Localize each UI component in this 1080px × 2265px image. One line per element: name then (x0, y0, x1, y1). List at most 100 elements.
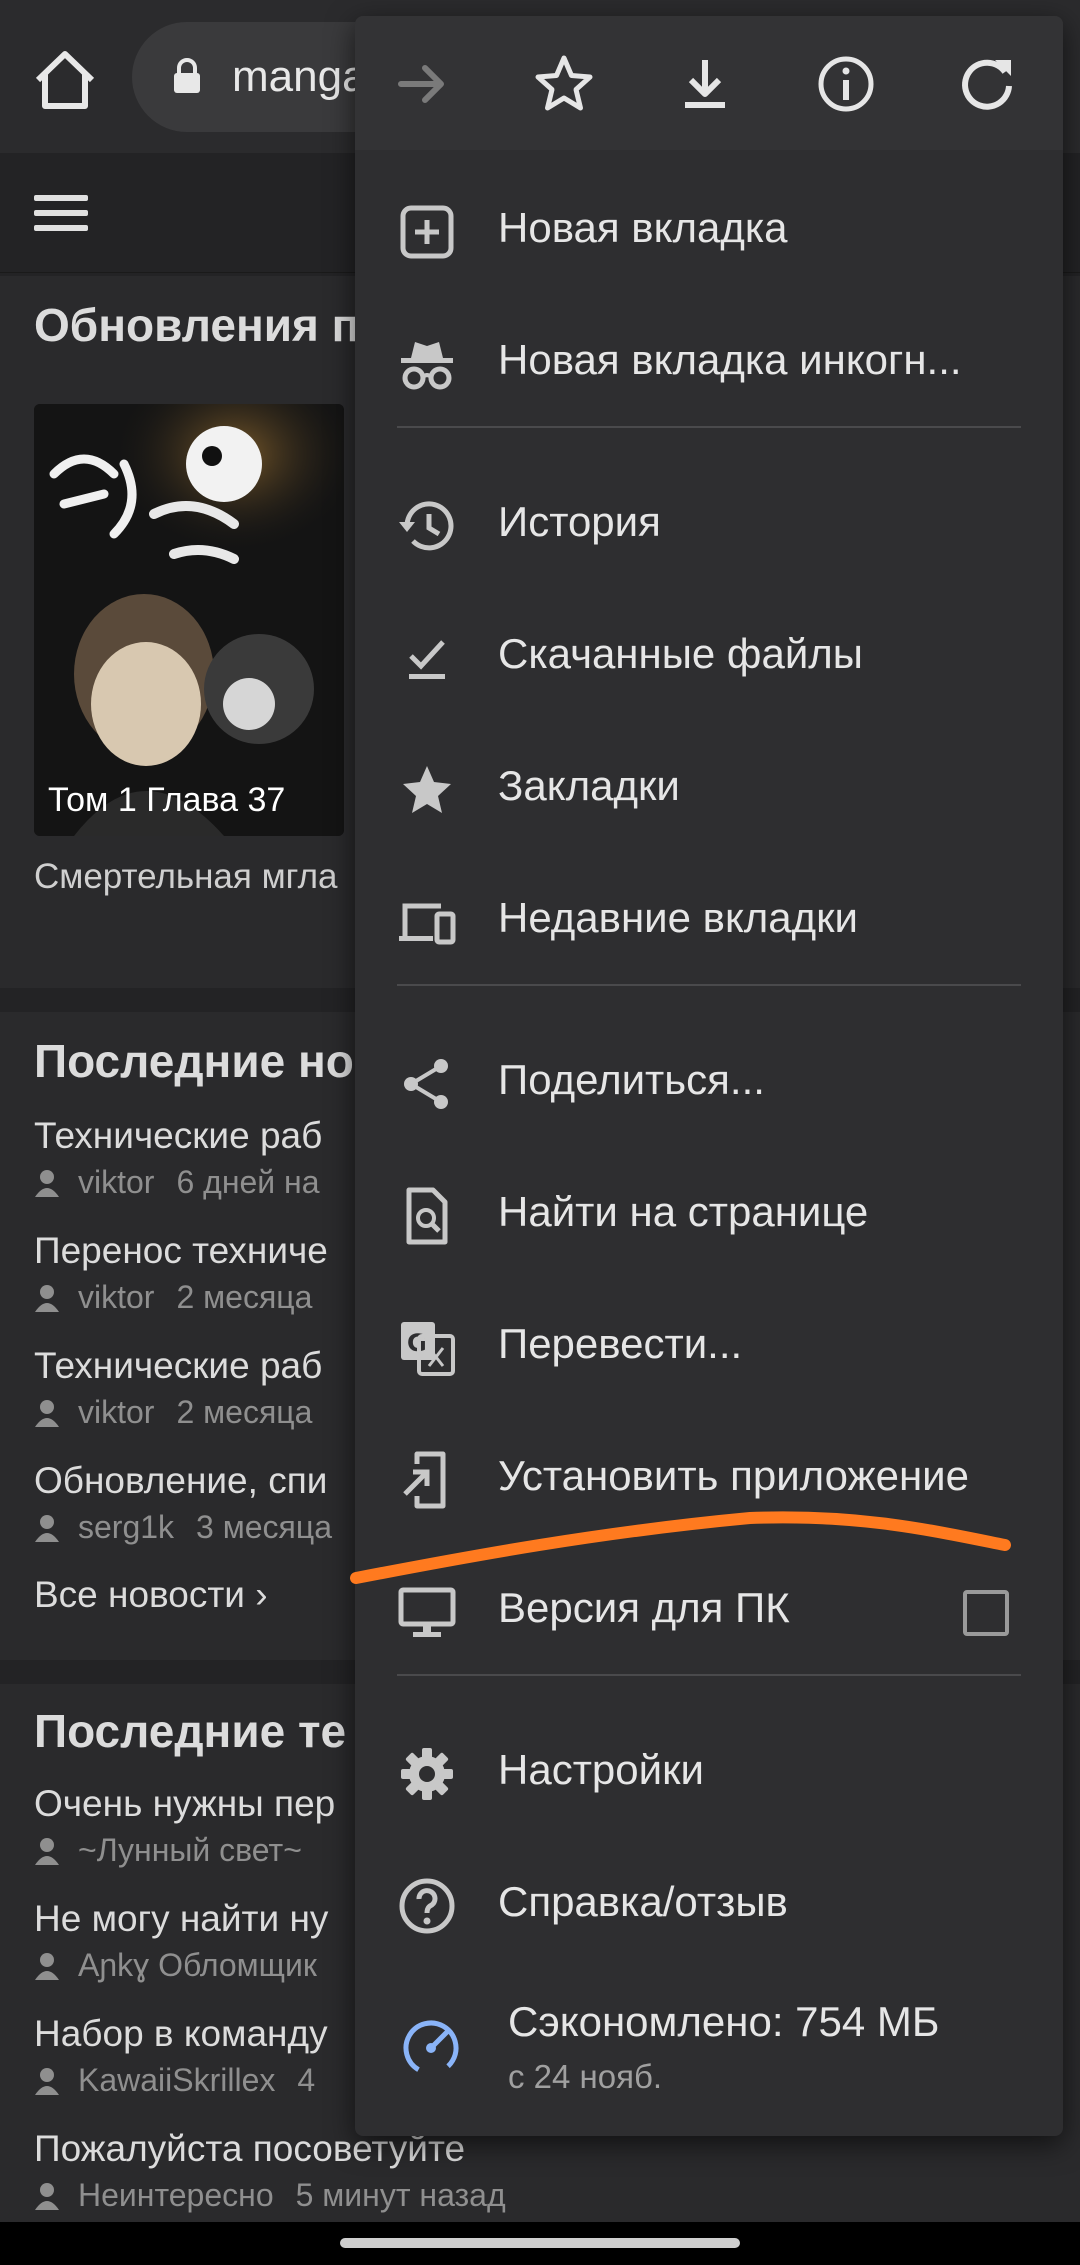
menu-item-label: Установить приложение (498, 1452, 970, 1499)
help-icon (399, 1878, 455, 1934)
menu-item-share[interactable]: Поделиться... (355, 1018, 1063, 1150)
topic-author: Aɲkɣ Обломщик (78, 1947, 317, 1983)
refresh-icon[interactable] (955, 52, 1019, 116)
share-icon (404, 1059, 448, 1109)
translate-icon: G (401, 1322, 455, 1376)
menu-item-install-app[interactable]: Установить приложение (355, 1414, 1063, 1546)
section-title: Обновления п (34, 299, 360, 351)
menu-item-label: Версия для ПК (498, 1584, 790, 1631)
incognito-icon (401, 342, 453, 390)
menu-item-bookmarks[interactable]: Закладки (355, 724, 1063, 856)
menu-item-label: Скачанные файлы (498, 630, 863, 677)
news-time: 6 дней на (176, 1164, 320, 1200)
url-text: manga (232, 52, 367, 101)
menu-item-settings[interactable]: Настройки (355, 1708, 1063, 1840)
download-icon[interactable] (673, 52, 737, 116)
menu-item-label: Поделиться... (498, 1056, 765, 1103)
menu-item-new-tab[interactable]: Новая вкладка (355, 166, 1063, 298)
user-icon (35, 1953, 59, 1980)
news-title: Технические раб (34, 1345, 323, 1386)
menu-item-label: История (498, 498, 661, 545)
menu-item-downloads[interactable]: Скачанные файлы (355, 592, 1063, 724)
all-news-link[interactable]: Все новости › (34, 1574, 268, 1616)
topic-author: KawaiiSkrillex (78, 2062, 276, 2098)
menu-item-history[interactable]: История (355, 460, 1063, 592)
menu-item-label: Справка/отзыв (498, 1878, 788, 1925)
settings-icon (401, 1748, 453, 1800)
gesture-handle[interactable] (340, 2238, 740, 2248)
menu-item-help[interactable]: Справка/отзыв (355, 1840, 1063, 1972)
menu-divider (397, 1674, 1021, 1676)
chapter-label: Том 1 Глава 37 (48, 781, 286, 819)
news-meta: viktor 2 месяца (34, 1394, 394, 1431)
desktop-site-checkbox[interactable] (963, 1590, 1009, 1636)
user-icon (35, 1400, 59, 1427)
news-time: 2 месяца (176, 1394, 313, 1430)
menu-item-label: Закладки (498, 762, 680, 809)
forward-icon[interactable] (391, 52, 455, 116)
menu-item-find-in-page[interactable]: Найти на странице (355, 1150, 1063, 1282)
info-icon[interactable] (814, 52, 878, 116)
news-title: Обновление, спи (34, 1460, 328, 1501)
user-icon (35, 2068, 59, 2095)
menu-item-translate[interactable]: G Перевести... (355, 1282, 1063, 1414)
lock-icon (174, 58, 200, 93)
data-saved-label: Сэкономлено: 754 МБ (508, 1998, 940, 2045)
cover-artwork (34, 404, 344, 836)
menu-item-label: Перевести... (498, 1320, 743, 1367)
user-icon (35, 1285, 59, 1312)
menu-toolbar (355, 16, 1063, 150)
new-tab-icon (400, 205, 454, 259)
news-item[interactable]: Технические раб viktor 2 месяца (34, 1342, 394, 1457)
browser-overflow-menu: Новая вкладка Новая вкладка инкогн... Ис… (355, 16, 1063, 2136)
news-meta: viktor 6 дней на (34, 1164, 394, 1201)
find-in-page-icon (406, 1187, 448, 1245)
history-icon (399, 501, 454, 551)
news-author: viktor (78, 1279, 155, 1315)
topic-author: Неинтересно (78, 2177, 274, 2213)
menu-item-label: Настройки (498, 1746, 704, 1793)
user-icon (35, 1515, 59, 1542)
menu-item-desktop-site[interactable]: Версия для ПК (355, 1546, 1063, 1678)
topic-time: 4 (297, 2062, 316, 2098)
data-saved-since: с 24 нояб. (508, 2058, 663, 2095)
desktop-icon (398, 1587, 456, 1637)
news-meta: viktor 2 месяца (34, 1279, 394, 1316)
home-button[interactable] (30, 40, 100, 120)
topic-time: 5 минут назад (295, 2177, 506, 2213)
svg-text:G: G (407, 1329, 427, 1357)
topic-author: ~Лунный свет~ (78, 1832, 302, 1868)
install-app-icon (403, 1451, 446, 1509)
section-title: Последние но (34, 1035, 354, 1087)
news-author: viktor (78, 1394, 155, 1430)
hamburger-menu-icon[interactable] (34, 193, 88, 233)
menu-divider (397, 426, 1021, 428)
menu-divider (397, 984, 1021, 986)
user-icon (35, 2183, 59, 2210)
news-time: 3 месяца (196, 1509, 332, 1545)
downloads-icon (409, 640, 445, 679)
news-time: 2 месяца (176, 1279, 313, 1315)
menu-item-recent-tabs[interactable]: Недавние вкладки (355, 856, 1063, 988)
menu-item-label: Новая вкладка инкогн... (498, 336, 962, 383)
manga-cover[interactable]: Том 1 Глава 37 (34, 404, 344, 836)
menu-item-label: Недавние вкладки (498, 894, 858, 941)
topic-meta: Неинтересно 5 минут назад (34, 2177, 734, 2214)
home-icon (35, 51, 95, 109)
menu-item-data-saver[interactable]: Сэкономлено: 754 МБ с 24 нояб. (355, 1972, 1063, 2122)
news-title: Перенос техниче (34, 1230, 328, 1271)
news-item[interactable]: Технические раб viktor 6 дней на (34, 1112, 394, 1227)
user-icon (35, 1838, 59, 1865)
star-icon (403, 766, 451, 813)
news-title: Технические раб (34, 1115, 323, 1156)
news-author: serg1k (78, 1509, 175, 1545)
news-item[interactable]: Обновление, спи serg1k 3 месяца (34, 1457, 394, 1572)
bookmark-star-icon[interactable] (532, 52, 596, 116)
news-item[interactable]: Перенос техниче viktor 2 месяца (34, 1227, 394, 1342)
news-author: viktor (78, 1164, 155, 1200)
news-meta: serg1k 3 месяца (34, 1509, 394, 1546)
menu-item-label: Новая вкладка (498, 204, 788, 251)
menu-item-new-incognito-tab[interactable]: Новая вкладка инкогн... (355, 298, 1063, 430)
user-icon (35, 1170, 59, 1197)
manga-title[interactable]: Смертельная мгла (34, 852, 344, 902)
